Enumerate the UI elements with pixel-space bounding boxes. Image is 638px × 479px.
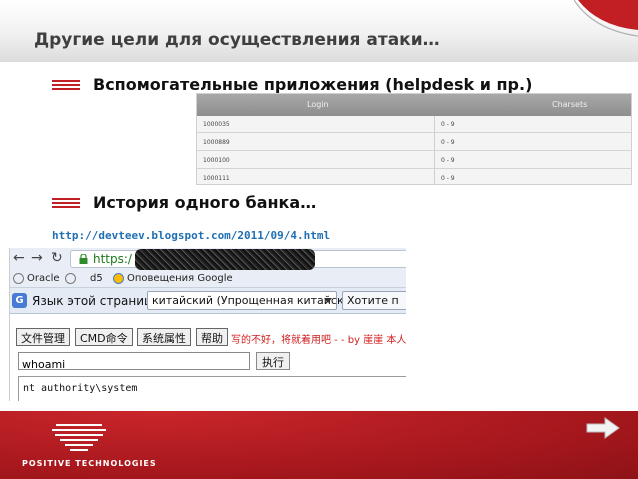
translate-action[interactable]: Хотите п	[342, 291, 406, 310]
table-row: 1000111 0 - 9	[197, 170, 631, 184]
google-icon	[113, 273, 124, 284]
login-table: Login Charsets 1000035 0 - 9 1000889 0 -…	[196, 93, 632, 185]
corner-decoration-icon	[574, 0, 638, 37]
next-slide-arrow-icon[interactable]	[585, 417, 621, 439]
browser-screenshot: ← → ↻ https:/ Oracle d5 Оповещения Googl…	[9, 248, 406, 401]
cell-login: 1000111	[203, 175, 230, 182]
lock-icon	[79, 254, 88, 264]
cell-login: 1000100	[203, 157, 230, 164]
output-text: nt authority\system	[23, 383, 138, 394]
translate-action-label: Хотите п	[347, 294, 399, 307]
bullet-icon	[52, 80, 82, 94]
bookmark-oracle[interactable]: Oracle	[27, 273, 60, 284]
redacted-url-scribble	[135, 249, 315, 270]
translate-prompt: Язык этой страницы	[32, 294, 162, 308]
cell-charset: 0 - 9	[441, 121, 455, 128]
chevron-down-icon	[324, 298, 332, 303]
table-row: 1000035 0 - 9	[197, 116, 631, 133]
slide-footer: POSITIVE TECHNOLOGIES	[0, 411, 638, 479]
menu-file-manager[interactable]: 文件管理	[16, 328, 70, 346]
bullet-helpdesk: Вспомогательные приложения (helpdesk и п…	[93, 75, 533, 94]
bookmark-google-alerts[interactable]: Оповещения Google	[127, 273, 233, 284]
table-row: 1000889 0 - 9	[197, 134, 631, 151]
slide-title: Другие цели для осуществления атаки…	[34, 30, 440, 50]
back-arrow-icon[interactable]: ←	[13, 250, 25, 266]
table-header: Login Charsets	[197, 94, 631, 116]
menu-help[interactable]: 帮助	[196, 328, 228, 346]
webshell-menu: 文件管理 CMD命令 系统属性 帮助 写的不好，将就着用吧 - - by 崖崖 …	[10, 328, 406, 348]
language-select[interactable]: китайский (Упрощенная китайская)	[147, 291, 361, 310]
translate-bar: G Язык этой страницы китайский (Упрощенн…	[10, 288, 406, 314]
cell-charset: 0 - 9	[441, 139, 455, 146]
column-divider	[434, 116, 435, 184]
header-login: Login	[307, 100, 329, 109]
cell-charset: 0 - 9	[441, 157, 455, 164]
reload-icon[interactable]: ↻	[51, 250, 63, 266]
menu-cmd[interactable]: CMD命令	[75, 328, 133, 346]
browser-navbar: ← → ↻ https:/	[10, 248, 406, 270]
forward-arrow-icon[interactable]: →	[31, 250, 43, 266]
author-note: 写的不好，将就着用吧 - - by 崖崖 本人收集	[231, 335, 406, 346]
table-row: 1000100 0 - 9	[197, 152, 631, 169]
command-output: nt authority\system	[18, 376, 406, 401]
command-input[interactable]	[18, 352, 250, 373]
bullet-icon	[52, 198, 82, 212]
google-translate-icon: G	[12, 293, 27, 308]
menu-system-properties[interactable]: 系统属性	[137, 328, 191, 346]
blog-link[interactable]: http://devteev.blogspot.com/2011/09/4.ht…	[52, 229, 330, 242]
execute-button[interactable]: 执行	[256, 352, 290, 370]
cell-login: 1000889	[203, 139, 230, 146]
cell-login: 1000035	[203, 121, 230, 128]
command-field[interactable]	[19, 356, 249, 373]
slide-header: Другие цели для осуществления атаки…	[0, 0, 638, 62]
brand-name: POSITIVE TECHNOLOGIES	[22, 459, 157, 468]
pt-logo-icon	[52, 424, 106, 451]
globe-icon	[13, 273, 24, 284]
bookmarks-bar: Oracle d5 Оповещения Google	[10, 270, 406, 288]
cell-charset: 0 - 9	[441, 175, 455, 182]
header-charsets: Charsets	[552, 100, 588, 109]
url-text: https:/	[93, 252, 132, 266]
bullet-bank-story: История одного банка…	[93, 193, 317, 212]
bookmark-d5[interactable]: d5	[90, 273, 103, 284]
globe-icon	[65, 273, 76, 284]
